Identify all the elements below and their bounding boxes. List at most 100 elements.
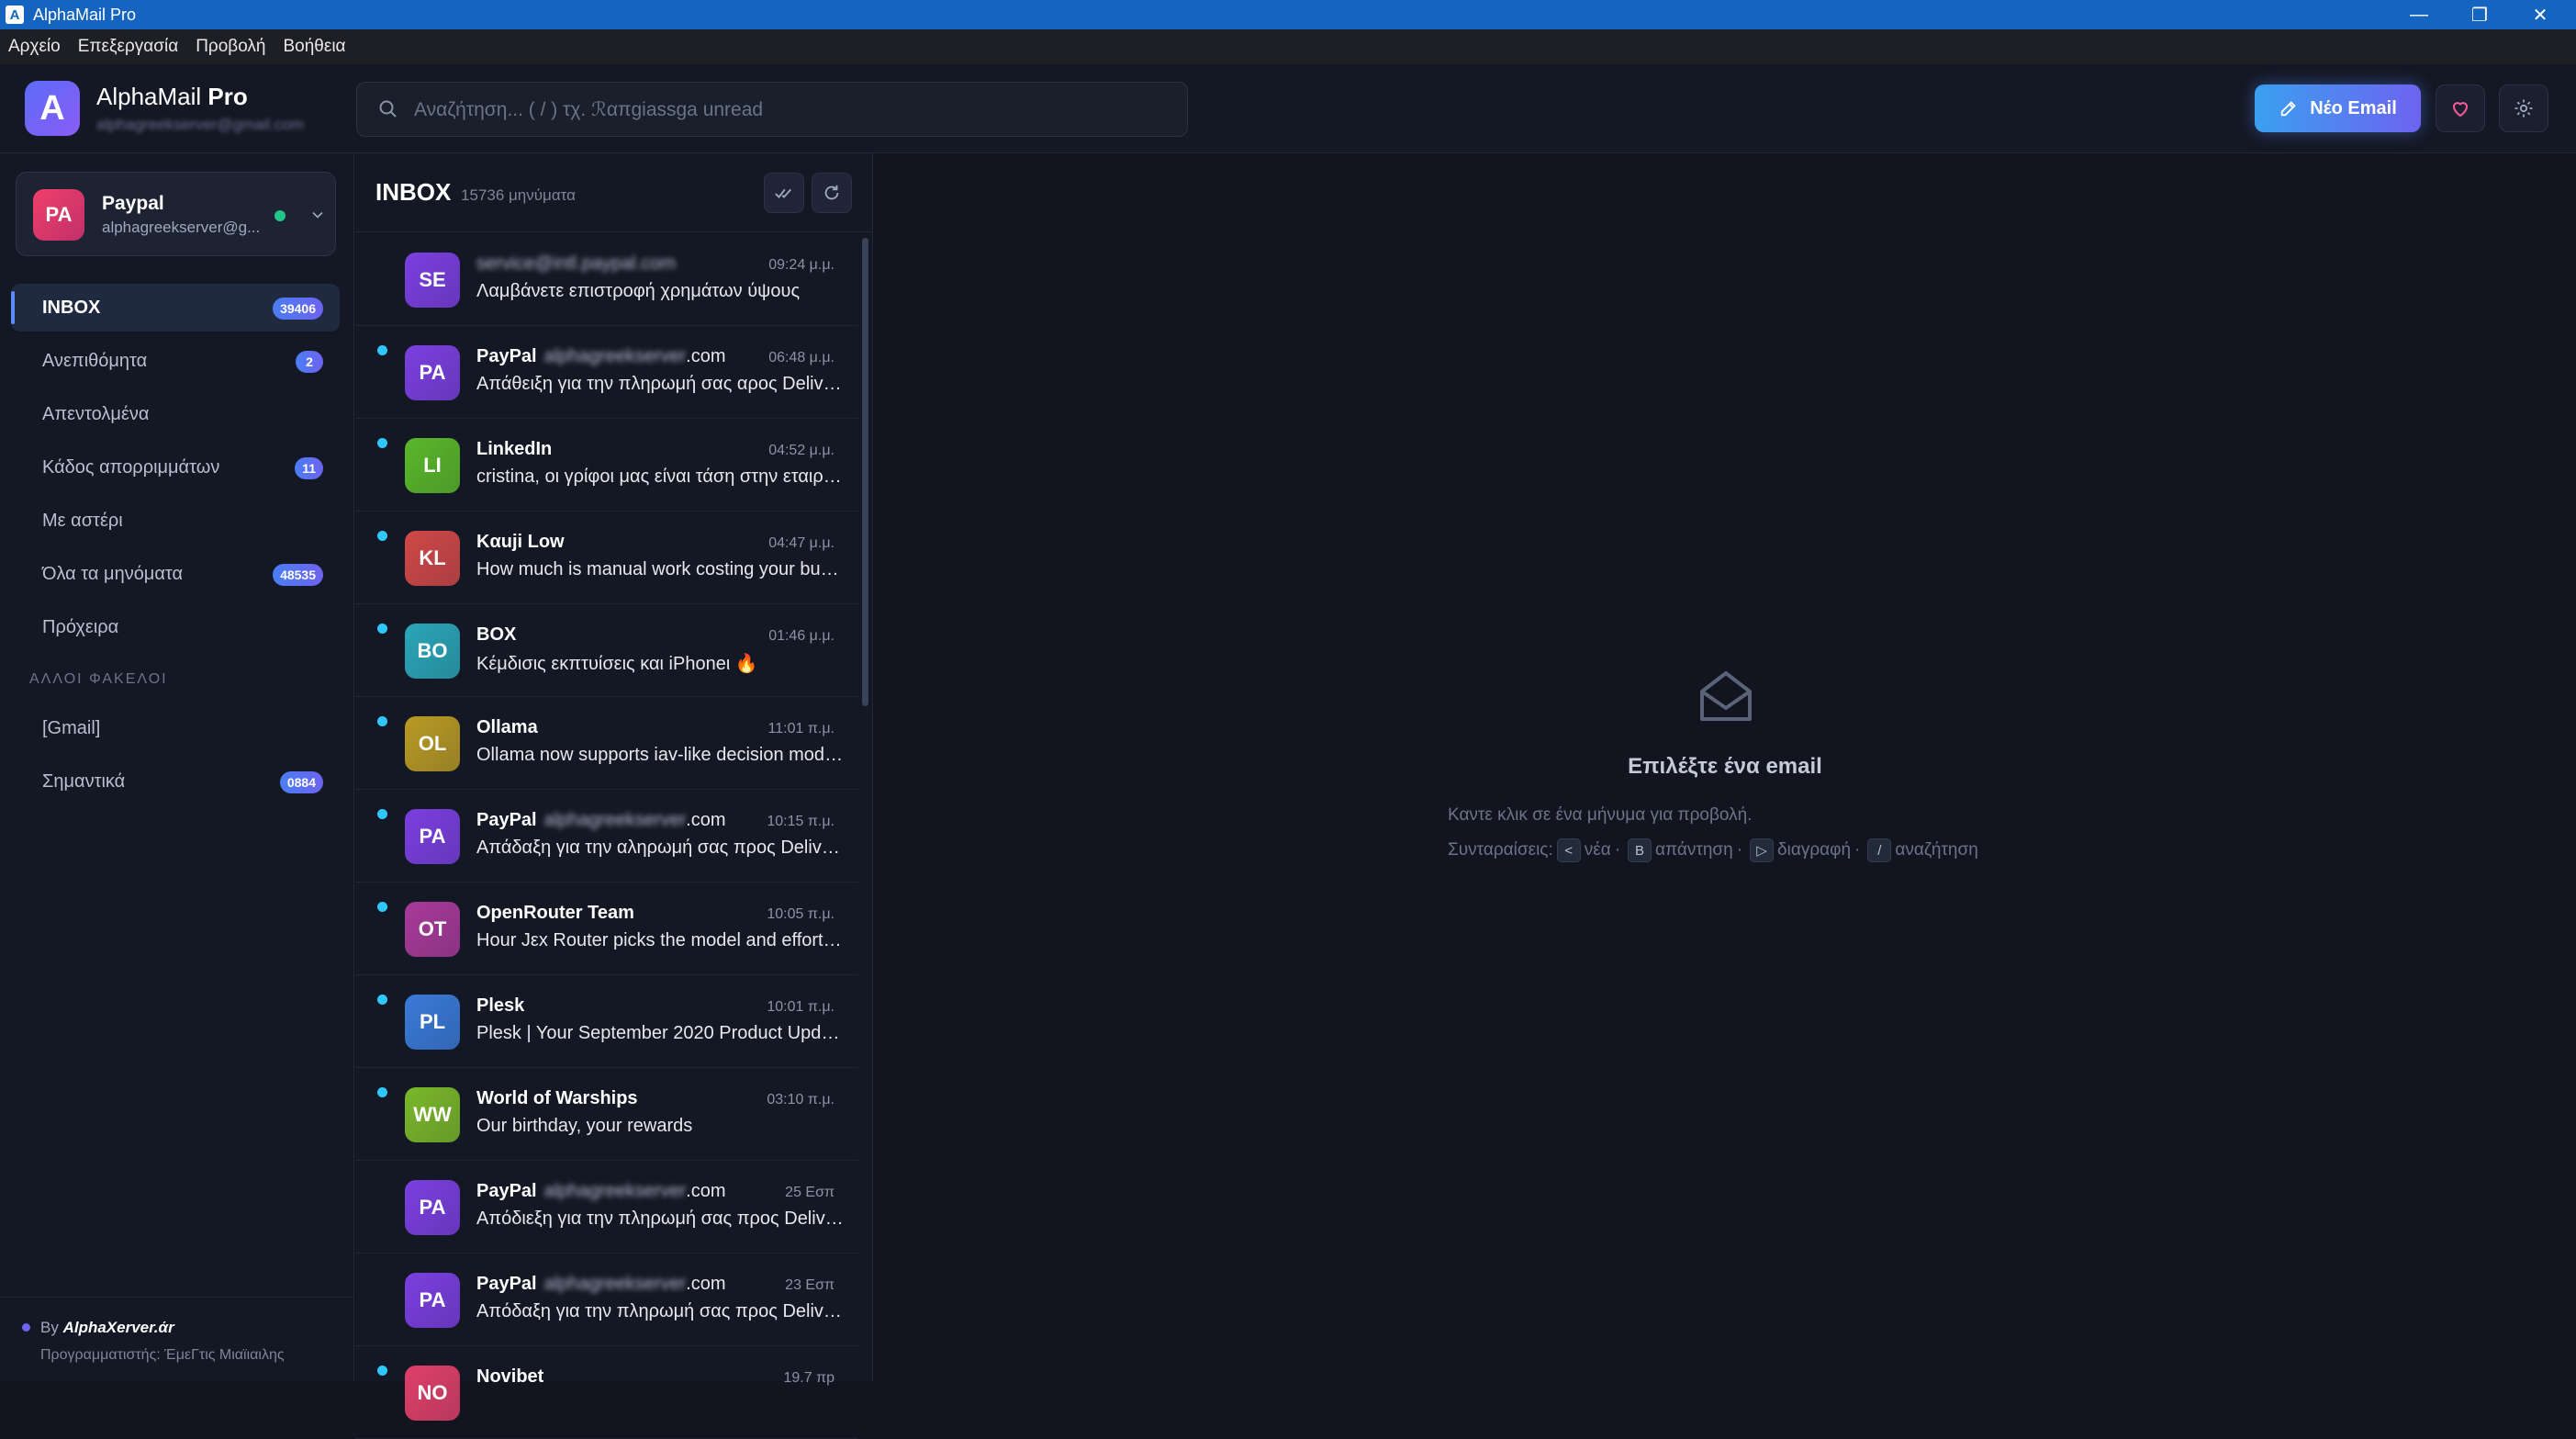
shortcut-key: B <box>1628 838 1652 862</box>
message-subject: Απόδαξη για την πληρωμή σας προς Deliver… <box>476 1301 844 1321</box>
brand-email: alphagreekserver@gmail.com <box>96 116 305 133</box>
folder-starred[interactable]: Με αστέρι <box>11 497 340 545</box>
shortcut-key: ▷ <box>1750 838 1775 862</box>
shortcuts-label: Συνταραίσεις: <box>1448 840 1553 860</box>
folder-inbox[interactable]: INBOX 39406 <box>11 284 340 332</box>
unread-indicator <box>377 809 387 819</box>
credit-by: By AlphaΧerver.άr <box>40 1319 174 1337</box>
pencil-icon <box>2280 101 2296 117</box>
folder-gmail[interactable]: [Gmail] <box>11 704 340 752</box>
message-time: 10:05 π.μ. <box>767 906 834 922</box>
sender-name: Novibet <box>476 1366 544 1387</box>
unread-indicator <box>377 995 387 1005</box>
minimize-icon[interactable]: — <box>2389 0 2449 29</box>
message-subject: cristina, οι γρίφοι μας είναι τάση στην … <box>476 467 844 487</box>
menu-help[interactable]: Βοήθεια <box>283 37 345 57</box>
menu-edit[interactable]: Επεξεργασία <box>78 37 178 57</box>
menu-view[interactable]: Προβολή <box>196 37 265 57</box>
message-row[interactable]: NO Novibet 19.7 πp <box>355 1346 858 1439</box>
sender-name: Plesk <box>476 995 525 1016</box>
refresh-icon <box>824 185 839 200</box>
shortcut-label: διαγραφή <box>1777 840 1852 860</box>
message-row[interactable]: PA PayPal alphagreekserver.com 10:15 π.μ. Απ… <box>355 790 858 883</box>
sender: Novibet <box>476 1366 543 1388</box>
gear-icon <box>2514 99 2533 118</box>
message-subject: Κέμδισις εκπτυίσεις και iPhoneι 🔥 <box>476 654 758 674</box>
search-bar[interactable]: Αναζήτηση... ( / ) τχ. ℛαπgiassga unread <box>356 82 1188 137</box>
menu-bar: Αρχείο Επεξεργασία Προβολή Βοήθεια <box>0 29 2576 64</box>
developer-credit: Προγραμματιστής: ΈμεΓτις Μιαϊιαιλης <box>40 1347 285 1363</box>
sender-name: BOX <box>476 624 517 645</box>
message-row[interactable]: WW World of Warships 03:10 π.μ. Our birthda… <box>355 1068 858 1161</box>
sender-avatar: KL <box>405 531 460 586</box>
menu-file[interactable]: Αρχείο <box>8 37 61 57</box>
folder-trash[interactable]: Κάδος απορριμμάτων 11 <box>11 444 340 491</box>
message-subject: Plesk | Your September 2020 Product Upda… <box>476 1023 844 1043</box>
sender-avatar: OT <box>405 902 460 957</box>
sender-avatar: PA <box>405 1273 460 1328</box>
message-row[interactable]: OL Ollama 11:01 π.μ. Ollama now supports ia… <box>355 697 858 790</box>
sender: Ollama <box>476 717 538 738</box>
message-time: 03:10 π.μ. <box>767 1092 834 1107</box>
message-row[interactable]: PA PayPal alphagreekserver.com 25 Εσπ Απόδιε… <box>355 1161 858 1254</box>
account-switcher[interactable]: PA Paypal alphagreekserver@g... <box>16 172 336 256</box>
refresh-button[interactable] <box>812 173 852 213</box>
sender-name: LinkedIn <box>476 439 553 459</box>
message-row[interactable]: BO BOX 01:46 μ.μ. Κέμδισις εκπτυίσεις και i… <box>355 604 858 697</box>
message-row[interactable]: SE service@intl.paypal.com 09:24 μ.μ. Λαμβά… <box>355 233 858 326</box>
message-time: 23 Εσπ <box>785 1277 834 1293</box>
sender: LinkedIn <box>476 439 552 460</box>
search-input[interactable]: Αναζήτηση... ( / ) τχ. ℛαπgiassga unread <box>414 98 763 121</box>
message-time: 06:48 μ.μ. <box>768 350 834 365</box>
app-icon: A <box>6 6 24 24</box>
sender-avatar: PL <box>405 995 460 1050</box>
message-subject: Our birthday, your rewards <box>476 1116 693 1136</box>
credit-name[interactable]: AlphaΧerver.άr <box>63 1319 174 1336</box>
folder-important[interactable]: Σημαντικά 0884 <box>11 758 340 805</box>
message-time: 04:47 μ.μ. <box>768 535 834 551</box>
unread-indicator <box>377 1087 387 1097</box>
unread-indicator <box>377 345 387 355</box>
message-time: 09:24 μ.μ. <box>768 257 834 273</box>
message-row[interactable]: PA PayPal alphagreekserver.com 06:48 μ.μ. Απ… <box>355 326 858 419</box>
mark-all-read-button[interactable] <box>764 173 804 213</box>
new-email-button[interactable]: Νέο Email <box>2255 84 2421 132</box>
sender: PayPal alphagreekserver.com <box>476 1274 725 1295</box>
chevron-down-icon[interactable] <box>308 206 327 224</box>
restore-icon[interactable]: ❐ <box>2449 0 2510 29</box>
sender-domain: .com <box>686 1181 726 1201</box>
footer-dot <box>22 1323 30 1332</box>
folder-spam[interactable]: Ανεπιθόμητα 2 <box>11 337 340 385</box>
window-titlebar: A AlphaMail Pro — ❐ ✕ <box>0 0 2576 29</box>
message-row[interactable]: LI LinkedIn 04:52 μ.μ. cristina, οι γρίφοι … <box>355 419 858 512</box>
folder-all-mail[interactable]: Όλα τα μηνόματα 48535 <box>11 550 340 598</box>
sidebar: PA Paypal alphagreekserver@g... INBOX 39… <box>0 153 354 1381</box>
settings-button[interactable] <box>2499 84 2548 132</box>
keyboard-shortcuts: Συνταραίσεις: < νέα · B απάντηση · ▷ δια… <box>1448 838 1978 862</box>
folder-sent[interactable]: Απεντολμένα <box>11 390 340 438</box>
folder-count-badge: 48535 <box>273 564 323 586</box>
sender-domain: .com <box>686 346 726 366</box>
folder-label: Όλα τα μηνόματα <box>42 563 184 584</box>
sender-avatar: LI <box>405 438 460 493</box>
folder-count-badge: 2 <box>296 351 323 373</box>
favorites-button[interactable] <box>2436 84 2485 132</box>
folder-drafts[interactable]: Πρόχειρα <box>11 603 340 651</box>
message-row[interactable]: PL Plesk 10:01 π.μ. Plesk | Your September … <box>355 975 858 1068</box>
message-subject: Απόδιεξη για την πληρωμή σας προς Delive… <box>476 1209 844 1229</box>
close-icon[interactable]: ✕ <box>2510 0 2570 29</box>
message-row[interactable]: PA PayPal alphagreekserver.com 23 Εσπ Απόδαξ… <box>355 1254 858 1346</box>
account-email: alphagreekserver@g... <box>102 219 261 236</box>
sender-redacted: alphagreekserver <box>543 346 687 366</box>
new-email-label: Νέο Email <box>2310 97 2397 118</box>
shortcut-label: νέα <box>1584 840 1611 860</box>
message-row[interactable]: OT OpenRouter Team 10:05 π.μ. Hour Jεx Rout… <box>355 883 858 975</box>
search-icon <box>379 100 397 118</box>
sender-redacted: alphagreekserver <box>543 810 687 830</box>
message-row[interactable]: KL Kαuji Low 04:47 μ.μ. How much is manual … <box>355 512 858 604</box>
list-scrollbar[interactable] <box>862 238 868 706</box>
sender-name: PayPal <box>476 1274 537 1294</box>
message-subject: Λαμβάνετε επιστροφή χρημάτων ύψους <box>476 281 801 301</box>
message-time: 01:46 μ.μ. <box>768 628 834 644</box>
message-time: 11:01 π.μ. <box>767 721 834 736</box>
